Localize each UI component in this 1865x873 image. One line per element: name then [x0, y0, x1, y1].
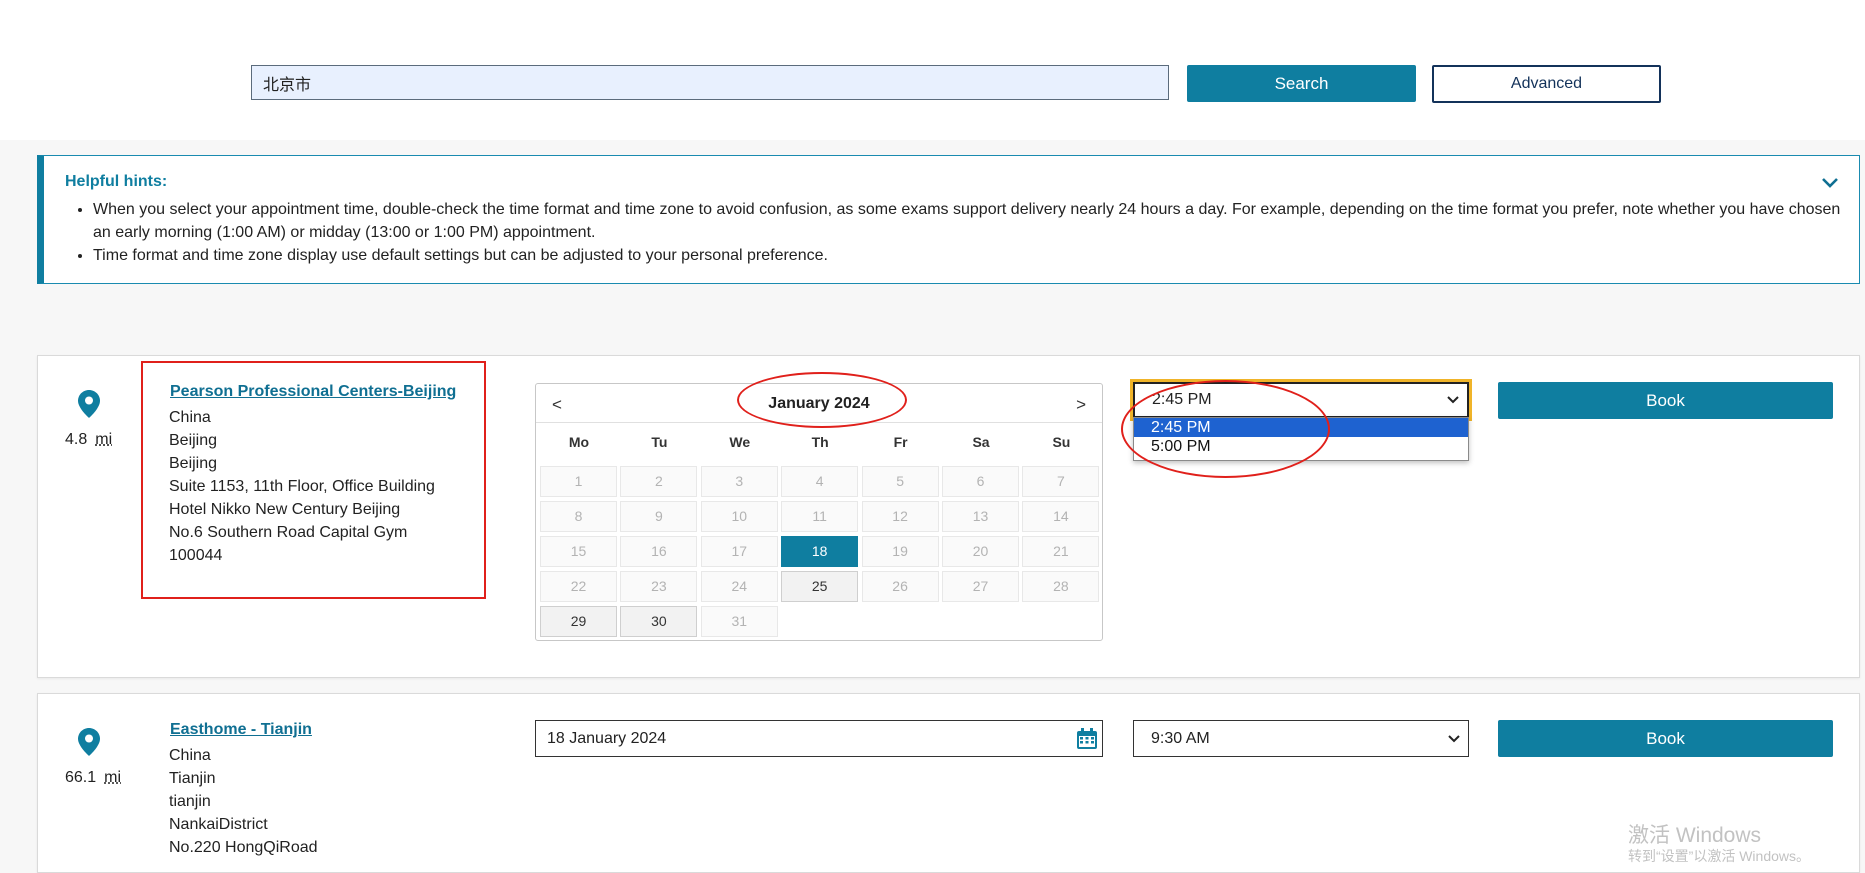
distance-unit: mi — [95, 431, 113, 448]
date-input-value: 18 January 2024 — [547, 730, 667, 747]
chevron-down-icon[interactable] — [1819, 172, 1841, 194]
calendar-day: 5 — [861, 466, 939, 497]
address-line: No.220 HongQiRoad — [169, 839, 318, 856]
calendar-day: 31 — [700, 606, 778, 637]
weekday-header: Sa — [972, 434, 990, 450]
test-center-name-link[interactable]: Easthome - Tianjin — [170, 721, 312, 739]
search-button[interactable]: Search — [1187, 65, 1416, 102]
distance-value: 66.1 — [65, 769, 97, 786]
calendar-day: 13 — [942, 501, 1019, 532]
distance-value: 4.8 — [65, 431, 88, 448]
distance-label: 66.1 mi — [65, 769, 121, 787]
calendar-day: 17 — [700, 536, 778, 567]
weekday-header: Mo — [568, 434, 590, 450]
calendar-day: 8 — [540, 501, 617, 532]
chevron-down-icon — [1447, 396, 1459, 404]
weekday-header: Fr — [893, 434, 908, 450]
address-line: China — [169, 747, 211, 764]
calendar-day: 3 — [700, 466, 778, 497]
test-center-address: China Tianjin tianjin NankaiDistrict No.… — [169, 744, 318, 859]
calendar-day: 9 — [620, 501, 698, 532]
annotation-ellipse — [1121, 380, 1330, 478]
annotation-rectangle — [141, 361, 486, 599]
address-line: Tianjin — [169, 770, 216, 787]
helpful-hints-panel: Helpful hints: When you select your appo… — [37, 155, 1860, 284]
book-button[interactable]: Book — [1498, 720, 1833, 757]
calendar-day: 16 — [620, 536, 698, 567]
distance-unit: mi — [104, 769, 122, 786]
calendar-day: 22 — [540, 571, 617, 602]
calendar-day: 24 — [700, 571, 778, 602]
weekday-header: Tu — [651, 434, 668, 450]
calendar-day: 1 — [540, 466, 617, 497]
weekday-header: Su — [1052, 434, 1071, 450]
calendar-day: 28 — [1022, 571, 1100, 602]
activation-watermark-title: 激活 Windows — [1628, 824, 1762, 847]
hint-item: When you select your appointment time, d… — [93, 198, 1853, 244]
address-line: tianjin — [169, 793, 211, 810]
calendar-day: 20 — [942, 536, 1019, 567]
hints-list: When you select your appointment time, d… — [69, 198, 1853, 267]
time-select[interactable]: 9:30 AM — [1133, 720, 1469, 757]
calendar-day: 10 — [700, 501, 778, 532]
calendar-day: 27 — [942, 571, 1019, 602]
time-select-value: 9:30 AM — [1151, 730, 1210, 747]
activation-watermark-subtitle: 转到“设置”以激活 Windows。 — [1628, 848, 1811, 864]
calendar-day: 14 — [1022, 501, 1100, 532]
calendar-day-selected[interactable]: 18 — [781, 536, 859, 567]
calendar-day: 2 — [620, 466, 698, 497]
calendar-day: 21 — [1022, 536, 1100, 567]
calendar-day: 4 — [781, 466, 859, 497]
calendar-icon[interactable] — [1076, 728, 1098, 750]
calendar-day: 6 — [942, 466, 1019, 497]
weekday-header: Th — [811, 434, 829, 450]
advanced-search-button[interactable]: Advanced — [1432, 65, 1661, 103]
hint-item: Time format and time zone display use de… — [93, 244, 1853, 267]
weekday-header: We — [729, 434, 751, 450]
chevron-down-icon — [1448, 734, 1460, 742]
calendar-day[interactable]: 25 — [781, 571, 859, 602]
annotation-ellipse — [737, 372, 907, 428]
calendar-day[interactable]: 29 — [540, 606, 617, 637]
location-pin-icon — [78, 390, 100, 418]
book-button[interactable]: Book — [1498, 382, 1833, 419]
calendar-day: 23 — [620, 571, 698, 602]
date-input[interactable]: 18 January 2024 — [535, 720, 1103, 757]
distance-label: 4.8 mi — [65, 431, 112, 449]
calendar-day: 19 — [861, 536, 939, 567]
hints-title: Helpful hints: — [65, 173, 168, 190]
calendar-day: 12 — [861, 501, 939, 532]
search-input[interactable] — [251, 65, 1169, 100]
calendar-day: 7 — [1022, 466, 1100, 497]
location-pin-icon — [78, 728, 100, 756]
address-line: NankaiDistrict — [169, 816, 268, 833]
calendar-day: 11 — [781, 501, 859, 532]
calendar-day[interactable]: 30 — [620, 606, 698, 637]
next-month-button[interactable]: > — [1076, 395, 1086, 415]
calendar-day: 15 — [540, 536, 617, 567]
calendar-day: 26 — [861, 571, 939, 602]
